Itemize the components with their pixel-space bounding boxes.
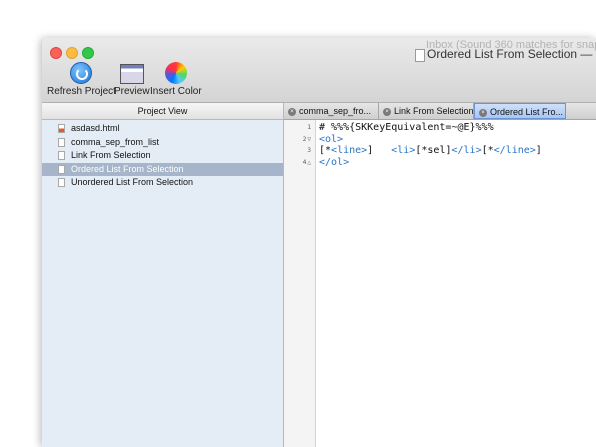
line-number: 1 — [307, 124, 311, 131]
document-icon — [415, 49, 425, 62]
color-wheel-icon — [164, 62, 187, 84]
document-icon — [58, 137, 65, 147]
file-item-selected[interactable]: Ordered List From Selection — [42, 162, 283, 176]
code-line: [*<line>] <li>[*sel]</li>[*</line>] — [319, 145, 542, 156]
code-text-area[interactable]: # %%%{SKKeyEquivalent=~@E}%%% <ol> [*<line… — [319, 122, 542, 168]
tab-comma-sep[interactable]: × comma_sep_fro... — [284, 103, 379, 119]
file-item[interactable]: Unordered List From Selection — [42, 176, 283, 190]
refresh-icon — [70, 62, 93, 84]
title-bar: Inbox (Sound 360 matches for snap) Order… — [42, 38, 596, 103]
line-number: 4△ — [302, 158, 311, 166]
html-file-icon — [58, 124, 65, 133]
file-item-label: comma_sep_from_list — [71, 136, 160, 147]
refresh-project-label: Refresh Project — [47, 86, 116, 97]
window-title: Ordered List From Selection — snipp — [427, 47, 596, 61]
preview-button[interactable]: Preview — [114, 62, 150, 97]
close-tab-icon[interactable]: × — [288, 107, 296, 116]
minimize-window-button[interactable] — [66, 47, 78, 59]
code-line: </ol> — [319, 156, 350, 168]
code-line: <ol> — [319, 133, 344, 145]
fold-open-icon[interactable]: ▽ — [307, 136, 311, 143]
preview-icon — [119, 64, 144, 84]
tab-link-from-selection[interactable]: × Link From Selection — [379, 103, 474, 119]
document-icon — [58, 151, 65, 160]
project-file-list: asdasd.html comma_sep_from_list Link Fro… — [42, 120, 283, 190]
tab-bar: × comma_sep_fro... × Link From Selection ×… — [284, 103, 596, 120]
file-item-label: asdasd.html — [71, 123, 120, 133]
fold-close-icon[interactable]: △ — [307, 159, 311, 166]
file-item[interactable]: Link From Selection — [42, 149, 283, 163]
file-item[interactable]: asdasd.html — [42, 122, 283, 136]
tab-label: Ordered List Fro... — [490, 107, 564, 117]
file-item-label: Link From Selection — [71, 150, 151, 160]
preview-label: Preview — [114, 86, 150, 97]
file-item-label: Ordered List From Selection — [71, 163, 184, 174]
zoom-window-button[interactable] — [82, 47, 94, 59]
file-item[interactable]: comma_sep_from_list — [42, 136, 283, 150]
line-number: 2▽ — [302, 135, 311, 143]
close-window-button[interactable] — [50, 47, 62, 59]
code-line: # %%%{SKKeyEquivalent=~@E}%%% — [319, 122, 494, 133]
refresh-project-button[interactable]: Refresh Project — [47, 62, 116, 97]
document-icon — [58, 178, 65, 187]
line-number-gutter: 1 2▽ 3 4△ — [284, 120, 316, 447]
tab-label: Link From Selection — [394, 106, 474, 116]
app-window: Inbox (Sound 360 matches for snap) Order… — [42, 38, 596, 447]
file-item-label: Unordered List From Selection — [71, 177, 194, 187]
insert-color-label: Insert Color — [150, 86, 202, 97]
tab-label: comma_sep_fro... — [299, 106, 372, 116]
close-tab-icon[interactable]: × — [479, 108, 487, 117]
line-number: 3 — [307, 147, 311, 154]
project-view-sidebar: Project View asdasd.html comma_sep_from_… — [42, 103, 284, 447]
close-tab-icon[interactable]: × — [383, 107, 391, 116]
editor-pane: × comma_sep_fro... × Link From Selection ×… — [284, 103, 596, 447]
tab-ordered-list-active[interactable]: × Ordered List Fro... — [474, 103, 566, 119]
document-icon — [58, 164, 65, 174]
project-view-header: Project View — [42, 103, 283, 120]
insert-color-button[interactable]: Insert Color — [150, 62, 202, 97]
